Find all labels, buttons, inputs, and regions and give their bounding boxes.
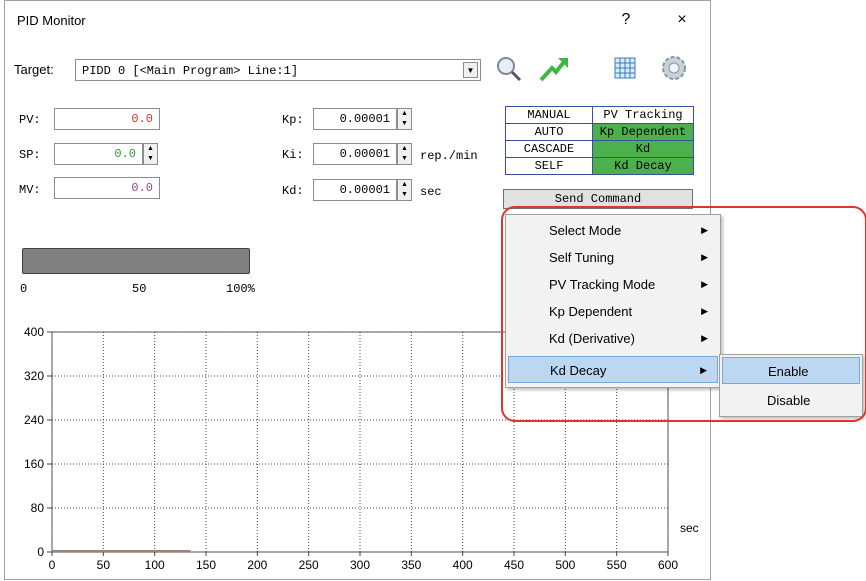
- mode-option-cell: Kd: [592, 140, 694, 158]
- bar-tick-0: 0: [20, 282, 28, 296]
- mode-option-cell: PV Tracking: [592, 106, 694, 124]
- menu-item-pv-tracking-mode[interactable]: PV Tracking Mode ▶: [508, 271, 718, 298]
- kd-stepper[interactable]: ▲ ▼: [397, 179, 412, 201]
- target-select[interactable]: PIDD 0 [<Main Program> Line:1] ▼: [75, 59, 481, 81]
- title-bar: PID Monitor ? ×: [5, 1, 710, 39]
- x-tick-label: 100: [145, 558, 165, 572]
- x-tick-label: 300: [350, 558, 370, 572]
- sp-label: SP:: [19, 148, 41, 162]
- menu-item-label: Self Tuning: [549, 250, 615, 265]
- x-tick-label: 250: [299, 558, 319, 572]
- sp-field[interactable]: 0.0: [54, 143, 143, 165]
- x-tick-label: 450: [504, 558, 524, 572]
- target-value: PIDD 0 [<Main Program> Line:1]: [82, 64, 299, 78]
- submenu-item-label: Enable: [768, 364, 809, 379]
- mode-row: MANUAL PV Tracking: [505, 106, 694, 124]
- y-tick-label: 320: [24, 369, 44, 383]
- x-tick-label: 0: [49, 558, 56, 572]
- kp-stepper[interactable]: ▲ ▼: [397, 108, 412, 130]
- x-tick-label: 400: [453, 558, 473, 572]
- mv-label: MV:: [19, 183, 41, 197]
- help-button[interactable]: ?: [611, 7, 641, 33]
- x-tick-label: 500: [555, 558, 575, 572]
- grid-icon[interactable]: [614, 57, 636, 79]
- mode-status-table: MANUAL PV Tracking AUTO Kp Dependent CAS…: [505, 106, 694, 175]
- ki-stepper[interactable]: ▲ ▼: [397, 143, 412, 165]
- gear-icon[interactable]: [660, 54, 688, 82]
- menu-item-label: PV Tracking Mode: [549, 277, 656, 292]
- kp-field[interactable]: 0.00001: [313, 108, 397, 130]
- kd-unit: sec: [420, 185, 442, 199]
- y-tick-label: 400: [24, 325, 44, 339]
- window-title: PID Monitor: [17, 13, 86, 28]
- bar-tick-50: 50: [132, 282, 147, 296]
- mode-option-cell: Kd Decay: [592, 157, 694, 175]
- x-axis-label: sec: [680, 521, 699, 535]
- menu-item-kd-decay[interactable]: Kd Decay ▶: [508, 356, 718, 383]
- menu-item-label: Select Mode: [549, 223, 622, 238]
- submenu-item-enable[interactable]: Enable: [722, 357, 860, 384]
- ki-field[interactable]: 0.00001: [313, 143, 397, 165]
- x-tick-label: 350: [401, 558, 421, 572]
- chevron-right-icon: ▶: [701, 306, 708, 316]
- menu-item-select-mode[interactable]: Select Mode ▶: [508, 217, 718, 244]
- kp-label: Kp:: [282, 113, 304, 127]
- mode-row: AUTO Kp Dependent: [505, 123, 694, 141]
- x-tick-label: 550: [607, 558, 627, 572]
- sp-stepper[interactable]: ▲ ▼: [143, 143, 158, 165]
- menu-item-label: Kp Dependent: [549, 304, 633, 319]
- chevron-right-icon: ▶: [701, 252, 708, 262]
- pv-field: 0.0: [54, 108, 160, 130]
- chevron-right-icon: ▶: [701, 279, 708, 289]
- x-tick-label: 600: [658, 558, 678, 572]
- mode-row: CASCADE Kd: [505, 140, 694, 158]
- mode-cell: CASCADE: [505, 140, 593, 158]
- mode-cell: SELF: [505, 157, 593, 175]
- submenu-item-disable[interactable]: Disable: [722, 387, 860, 414]
- mode-option-cell: Kp Dependent: [592, 123, 694, 141]
- context-menu: Select Mode ▶ Self Tuning ▶ PV Tracking Mo…: [505, 214, 721, 388]
- mv-field: 0.0: [54, 177, 160, 199]
- y-tick-label: 0: [37, 545, 44, 559]
- kd-label: Kd:: [282, 184, 304, 198]
- kd-field[interactable]: 0.00001: [313, 179, 397, 201]
- chevron-right-icon: ▶: [701, 225, 708, 235]
- jump-arrow-icon[interactable]: [538, 54, 570, 84]
- menu-item-label: Kd Decay: [550, 363, 607, 378]
- ki-unit: rep./min: [420, 149, 478, 163]
- kd-decay-submenu: Enable Disable: [719, 354, 863, 417]
- ki-label: Ki:: [282, 148, 304, 162]
- target-label: Target:: [14, 62, 54, 77]
- close-button[interactable]: ×: [667, 7, 697, 33]
- y-tick-label: 80: [31, 501, 45, 515]
- menu-item-kd-derivative[interactable]: Kd (Derivative) ▶: [508, 325, 718, 352]
- chevron-right-icon: ▶: [701, 333, 708, 343]
- output-bar: [22, 248, 250, 274]
- send-command-button[interactable]: Send Command: [503, 189, 693, 209]
- mode-cell: MANUAL: [505, 106, 593, 124]
- y-tick-label: 160: [24, 457, 44, 471]
- menu-item-kp-dependent[interactable]: Kp Dependent ▶: [508, 298, 718, 325]
- y-tick-label: 240: [24, 413, 44, 427]
- x-tick-label: 150: [196, 558, 216, 572]
- chevron-down-icon[interactable]: ▼: [463, 62, 478, 78]
- menu-item-label: Kd (Derivative): [549, 331, 635, 346]
- pv-label: PV:: [19, 113, 41, 127]
- mode-row: SELF Kd Decay: [505, 157, 694, 175]
- submenu-item-label: Disable: [767, 393, 811, 408]
- mode-cell: AUTO: [505, 123, 593, 141]
- x-tick-label: 200: [247, 558, 267, 572]
- chevron-right-icon: ▶: [700, 365, 707, 375]
- menu-item-self-tuning[interactable]: Self Tuning ▶: [508, 244, 718, 271]
- search-icon[interactable]: [494, 54, 524, 84]
- bar-tick-100: 100%: [226, 282, 255, 296]
- x-tick-label: 50: [97, 558, 111, 572]
